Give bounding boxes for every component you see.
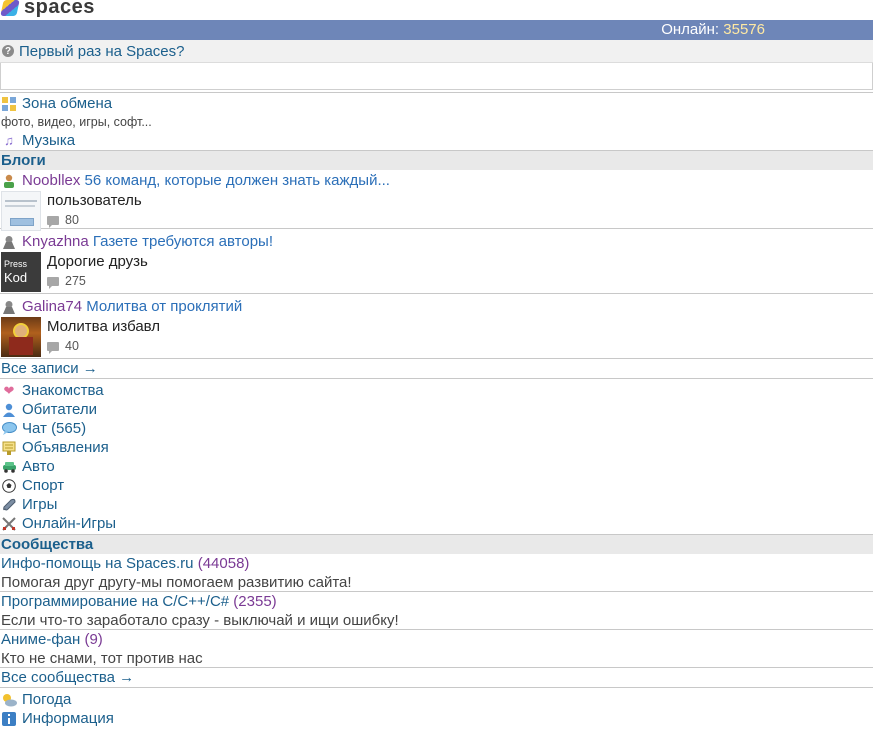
blog-snippet: Молитва избавл xyxy=(47,318,161,335)
menu-item-label[interactable]: Чат xyxy=(22,420,47,437)
empty-panel xyxy=(0,63,873,90)
blog-title[interactable]: 56 команд, которые должен знать каждый..… xyxy=(85,171,390,191)
blog-author[interactable]: Knyazhna xyxy=(22,232,89,252)
main-menu: ❤ Знакомства Обитатели Чат (565) Объявле… xyxy=(0,381,873,533)
comment-count[interactable]: 80 xyxy=(47,211,142,229)
heart-icon: ❤ xyxy=(3,383,15,398)
blog-item[interactable]: Knyazhna Газете требуются авторы! Press … xyxy=(0,229,873,294)
exchange-link[interactable]: Зона обмена xyxy=(22,95,112,112)
community-count: (44058) xyxy=(197,555,250,572)
car-icon xyxy=(1,459,17,475)
menu-item-label[interactable]: Онлайн-Игры xyxy=(22,515,116,532)
menu-item-label[interactable]: Авто xyxy=(22,458,55,475)
menu-item-ads[interactable]: Объявления xyxy=(0,438,873,457)
menu-item-sport[interactable]: Спорт xyxy=(0,476,873,495)
chat-count[interactable]: (565) xyxy=(51,420,86,437)
menu-item-chat[interactable]: Чат (565) xyxy=(0,419,873,438)
exchange-subtitle: фото, видео, игры, софт... xyxy=(1,115,152,129)
community-desc: Если что-то заработало сразу - выключай … xyxy=(1,612,399,629)
community-item[interactable]: Инфо-помощь на Spaces.ru (44058) Помогая… xyxy=(0,554,873,592)
community-count: (2355) xyxy=(233,593,277,610)
first-time-link[interactable]: Первый раз на Spaces? xyxy=(19,42,185,61)
menu-item-label[interactable]: Объявления xyxy=(22,439,109,456)
blog-thumbnail[interactable]: Press Kod xyxy=(1,252,41,292)
communities-heading[interactable]: Сообщества xyxy=(0,534,873,554)
all-communities-link[interactable]: Все сообщества → xyxy=(1,669,134,686)
info-icon xyxy=(1,711,17,727)
spaces-logo-icon xyxy=(0,0,20,18)
blog-title[interactable]: Молитва от проклятий xyxy=(86,297,242,317)
all-communities-row: Все сообщества → xyxy=(0,668,873,688)
blog-thumbnail[interactable] xyxy=(1,317,41,357)
menu-item-exchange[interactable]: Зона обмена xyxy=(0,94,873,113)
online-label: Онлайн: xyxy=(661,21,720,38)
menu-item-games[interactable]: Игры xyxy=(0,495,873,514)
blog-author[interactable]: Galina74 xyxy=(22,297,82,317)
community-name[interactable]: Программирование на C/C++/C# xyxy=(1,593,229,610)
community-desc: Кто не снами, тот против нас xyxy=(1,650,203,667)
gamepad-icon xyxy=(1,497,17,513)
online-count[interactable]: 35576 xyxy=(723,21,765,38)
menu-item-dating[interactable]: ❤ Знакомства xyxy=(0,381,873,400)
comment-count-value: 80 xyxy=(65,213,79,227)
blog-snippet: Дорогие друзь xyxy=(47,253,148,270)
all-posts-row: Все записи → xyxy=(0,359,873,379)
all-posts-link[interactable]: Все записи → xyxy=(1,360,98,377)
comment-count[interactable]: 40 xyxy=(47,337,160,355)
weather-icon xyxy=(1,692,17,708)
community-name[interactable]: Аниме-фан xyxy=(1,631,80,648)
comment-count-value: 40 xyxy=(65,339,79,353)
comment-icon xyxy=(47,276,59,289)
community-name[interactable]: Инфо-помощь на Spaces.ru xyxy=(1,555,194,572)
music-icon: ♫ xyxy=(4,133,14,148)
ball-icon xyxy=(1,478,17,494)
blog-snippet: пользователь xyxy=(47,192,142,209)
menu-item-weather[interactable]: Погода xyxy=(0,690,873,709)
logo-text: spaces xyxy=(24,0,95,18)
blogs-heading[interactable]: Блоги xyxy=(0,150,873,170)
board-icon xyxy=(1,440,17,456)
menu-item-online-games[interactable]: Онлайн-Игры xyxy=(0,514,873,533)
blog-thumbnail[interactable] xyxy=(1,191,41,231)
music-link[interactable]: Музыка xyxy=(22,132,75,149)
menu-item-label[interactable]: Знакомства xyxy=(22,382,104,399)
community-item[interactable]: Программирование на C/C++/C# (2355) Если… xyxy=(0,592,873,630)
comment-count[interactable]: 275 xyxy=(47,272,148,290)
menu-item-label[interactable]: Спорт xyxy=(22,477,64,494)
menu-item-music[interactable]: ♫ Музыка xyxy=(0,131,873,150)
community-item[interactable]: Аниме-фан (9) Кто не снами, тот против н… xyxy=(0,630,873,668)
thumb-text: Press xyxy=(4,259,28,269)
menu-item-residents[interactable]: Обитатели xyxy=(0,400,873,419)
comment-count-value: 275 xyxy=(65,274,86,288)
header-logo-bar: spaces xyxy=(0,0,873,20)
comment-icon xyxy=(47,215,59,228)
user-avatar-icon xyxy=(1,173,17,189)
comment-icon xyxy=(47,341,59,354)
thumb-text: Kod xyxy=(4,270,28,285)
menu-item-label[interactable]: Информация xyxy=(22,710,114,727)
first-time-row[interactable]: ? Первый раз на Spaces? xyxy=(0,40,873,63)
community-desc: Помогая друг другу-мы помогаем развитию … xyxy=(1,574,352,591)
swords-icon xyxy=(1,516,17,532)
user-avatar-icon xyxy=(1,234,17,250)
menu-item-auto[interactable]: Авто xyxy=(0,457,873,476)
person-icon xyxy=(1,402,17,418)
user-avatar-icon xyxy=(1,299,17,315)
blog-item[interactable]: Galina74 Молитва от проклятий Молитва из… xyxy=(0,294,873,359)
menu-item-info[interactable]: Информация xyxy=(0,709,873,728)
grid-icon xyxy=(1,96,17,112)
community-count: (9) xyxy=(84,631,103,648)
menu-item-label[interactable]: Игры xyxy=(22,496,57,513)
chat-icon xyxy=(1,421,17,437)
question-icon: ? xyxy=(2,45,14,57)
logo[interactable]: spaces xyxy=(0,0,95,19)
blog-item[interactable]: Nooblleх 56 команд, которые должен знать… xyxy=(0,170,873,231)
online-bar: Онлайн: 35576 xyxy=(0,20,873,40)
blog-title[interactable]: Газете требуются авторы! xyxy=(93,232,273,252)
menu-item-label[interactable]: Погода xyxy=(22,691,71,708)
menu-item-label[interactable]: Обитатели xyxy=(22,401,97,418)
blog-author[interactable]: Nooblleх xyxy=(22,171,80,191)
